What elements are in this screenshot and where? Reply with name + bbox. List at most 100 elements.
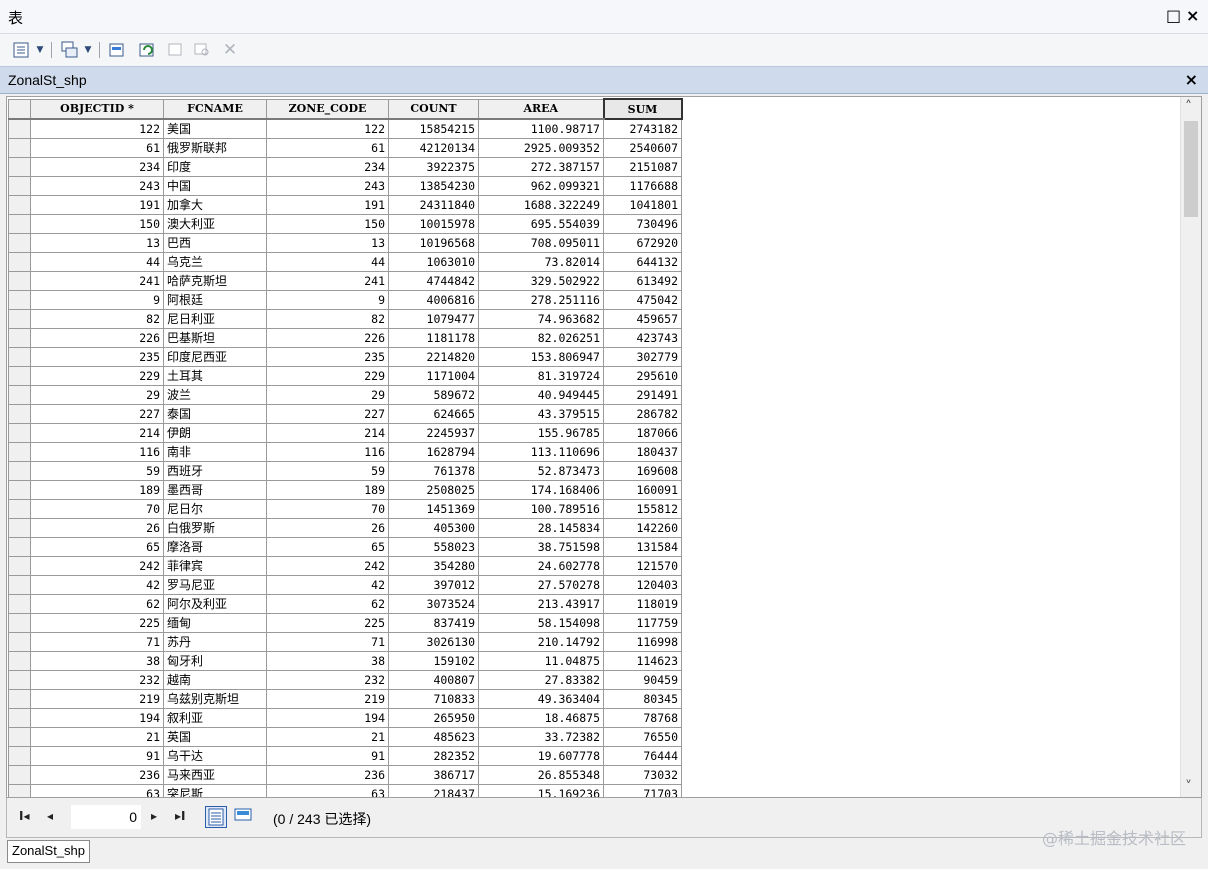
table-cell[interactable]: 62 xyxy=(30,594,164,614)
row-selector[interactable] xyxy=(8,594,31,614)
table-cell[interactable]: 122 xyxy=(30,118,164,139)
table-cell[interactable]: 475042 xyxy=(603,290,682,310)
table-cell[interactable]: 131584 xyxy=(603,537,682,557)
table-cell[interactable]: 672920 xyxy=(603,233,682,253)
table-cell[interactable]: 234 xyxy=(30,157,164,177)
table-row[interactable]: 82 尼日利亚 82 1079477 74.963682 459657 xyxy=(8,309,682,329)
table-cell[interactable]: 117759 xyxy=(603,613,682,633)
row-selector[interactable] xyxy=(8,195,31,215)
table-cell[interactable]: 13854230 xyxy=(388,176,479,196)
row-selector[interactable] xyxy=(8,689,31,709)
table-cell[interactable]: 397012 xyxy=(388,575,479,595)
row-selector[interactable] xyxy=(8,271,31,291)
table-cell[interactable]: 225 xyxy=(30,613,164,633)
table-cell[interactable]: 26 xyxy=(30,518,164,538)
table-cell[interactable]: 242 xyxy=(30,556,164,576)
row-selector[interactable] xyxy=(8,118,31,139)
record-number-input[interactable] xyxy=(71,805,141,829)
table-cell[interactable]: 613492 xyxy=(603,271,682,291)
table-cell[interactable]: 210.14792 xyxy=(478,632,604,652)
row-selector-header[interactable] xyxy=(8,98,31,120)
table-cell[interactable]: 阿根廷 xyxy=(163,290,267,310)
table-cell[interactable]: 589672 xyxy=(388,385,479,405)
table-cell[interactable]: 74.963682 xyxy=(478,309,604,329)
column-header[interactable]: AREA xyxy=(478,98,604,120)
row-selector[interactable] xyxy=(8,651,31,671)
table-cell[interactable]: 西班牙 xyxy=(163,461,267,481)
table-row[interactable]: 38 匈牙利 38 159102 11.04875 114623 xyxy=(8,651,682,671)
table-cell[interactable]: 42 xyxy=(266,575,389,595)
table-cell[interactable]: 巴基斯坦 xyxy=(163,328,267,348)
table-cell[interactable]: 2508025 xyxy=(388,480,479,500)
table-row[interactable]: 194 叙利亚 194 265950 18.46875 78768 xyxy=(8,708,682,728)
table-cell[interactable]: 28.145834 xyxy=(478,518,604,538)
column-header[interactable]: FCNAME xyxy=(163,98,267,120)
table-cell[interactable]: 1181178 xyxy=(388,328,479,348)
table-row[interactable]: 225 缅甸 225 837419 58.154098 117759 xyxy=(8,613,682,633)
table-cell[interactable]: 241 xyxy=(30,271,164,291)
table-cell[interactable]: 1041801 xyxy=(603,195,682,215)
table-cell[interactable]: 33.72382 xyxy=(478,727,604,747)
table-cell[interactable]: 27.570278 xyxy=(478,575,604,595)
table-cell[interactable]: 837419 xyxy=(388,613,479,633)
row-selector[interactable] xyxy=(8,252,31,272)
table-cell[interactable]: 29 xyxy=(30,385,164,405)
row-selector[interactable] xyxy=(8,556,31,576)
table-cell[interactable]: 叙利亚 xyxy=(163,708,267,728)
vertical-scrollbar[interactable]: ˄ ˅ xyxy=(1180,97,1201,797)
table-row[interactable]: 9 阿根廷 9 4006816 278.251116 475042 xyxy=(8,290,682,310)
zoom-to-selected-icon[interactable] xyxy=(192,40,212,60)
table-cell[interactable]: 155.96785 xyxy=(478,423,604,443)
table-cell[interactable]: 114623 xyxy=(603,651,682,671)
row-selector[interactable] xyxy=(8,309,31,329)
scroll-up-icon[interactable]: ˄ xyxy=(1185,99,1192,115)
row-selector[interactable] xyxy=(8,575,31,595)
table-cell[interactable]: 61 xyxy=(30,138,164,158)
table-row[interactable]: 241 哈萨克斯坦 241 4744842 329.502922 613492 xyxy=(8,271,682,291)
table-cell[interactable]: 61 xyxy=(266,138,389,158)
table-cell[interactable]: 突尼斯 xyxy=(163,784,267,797)
row-selector[interactable] xyxy=(8,613,31,633)
table-cell[interactable]: 尼日利亚 xyxy=(163,309,267,329)
table-cell[interactable]: 386717 xyxy=(388,765,479,785)
table-cell[interactable]: 235 xyxy=(266,347,389,367)
table-cell[interactable]: 尼日尔 xyxy=(163,499,267,519)
table-cell[interactable]: 71 xyxy=(266,632,389,652)
table-cell[interactable]: 644132 xyxy=(603,252,682,272)
row-selector[interactable] xyxy=(8,423,31,443)
table-cell[interactable]: 235 xyxy=(30,347,164,367)
table-cell[interactable]: 2743182 xyxy=(603,118,682,139)
table-cell[interactable]: 2925.009352 xyxy=(478,138,604,158)
table-cell[interactable]: 225 xyxy=(266,613,389,633)
table-cell[interactable]: 马来西亚 xyxy=(163,765,267,785)
table-row[interactable]: 150 澳大利亚 150 10015978 695.554039 730496 xyxy=(8,214,682,234)
table-row[interactable]: 189 墨西哥 189 2508025 174.168406 160091 xyxy=(8,480,682,500)
table-cell[interactable]: 26.855348 xyxy=(478,765,604,785)
table-row[interactable]: 232 越南 232 400807 27.83382 90459 xyxy=(8,670,682,690)
show-selected-records-button[interactable] xyxy=(233,806,255,828)
previous-record-button[interactable]: ◂ xyxy=(47,809,53,823)
table-cell[interactable]: 214 xyxy=(266,423,389,443)
table-cell[interactable]: 459657 xyxy=(603,309,682,329)
chevron-down-icon[interactable]: ▼ xyxy=(34,40,46,60)
table-cell[interactable]: 116 xyxy=(30,442,164,462)
table-cell[interactable]: 2245937 xyxy=(388,423,479,443)
table-cell[interactable]: 63 xyxy=(30,784,164,797)
table-row[interactable]: 13 巴西 13 10196568 708.095011 672920 xyxy=(8,233,682,253)
row-selector[interactable] xyxy=(8,442,31,462)
table-cell[interactable]: 2151087 xyxy=(603,157,682,177)
table-cell[interactable]: 485623 xyxy=(388,727,479,747)
table-cell[interactable]: 3922375 xyxy=(388,157,479,177)
table-cell[interactable]: 118019 xyxy=(603,594,682,614)
table-cell[interactable]: 13 xyxy=(30,233,164,253)
row-selector[interactable] xyxy=(8,138,31,158)
table-cell[interactable]: 1063010 xyxy=(388,252,479,272)
table-cell[interactable]: 227 xyxy=(266,404,389,424)
table-cell[interactable]: 4744842 xyxy=(388,271,479,291)
select-by-attributes-icon[interactable] xyxy=(108,40,128,60)
row-selector[interactable] xyxy=(8,290,31,310)
table-cell[interactable]: 278.251116 xyxy=(478,290,604,310)
table-cell[interactable]: 65 xyxy=(266,537,389,557)
table-row[interactable]: 122 美国 122 15854215 1100.98717 2743182 xyxy=(8,118,682,139)
table-cell[interactable]: 191 xyxy=(30,195,164,215)
